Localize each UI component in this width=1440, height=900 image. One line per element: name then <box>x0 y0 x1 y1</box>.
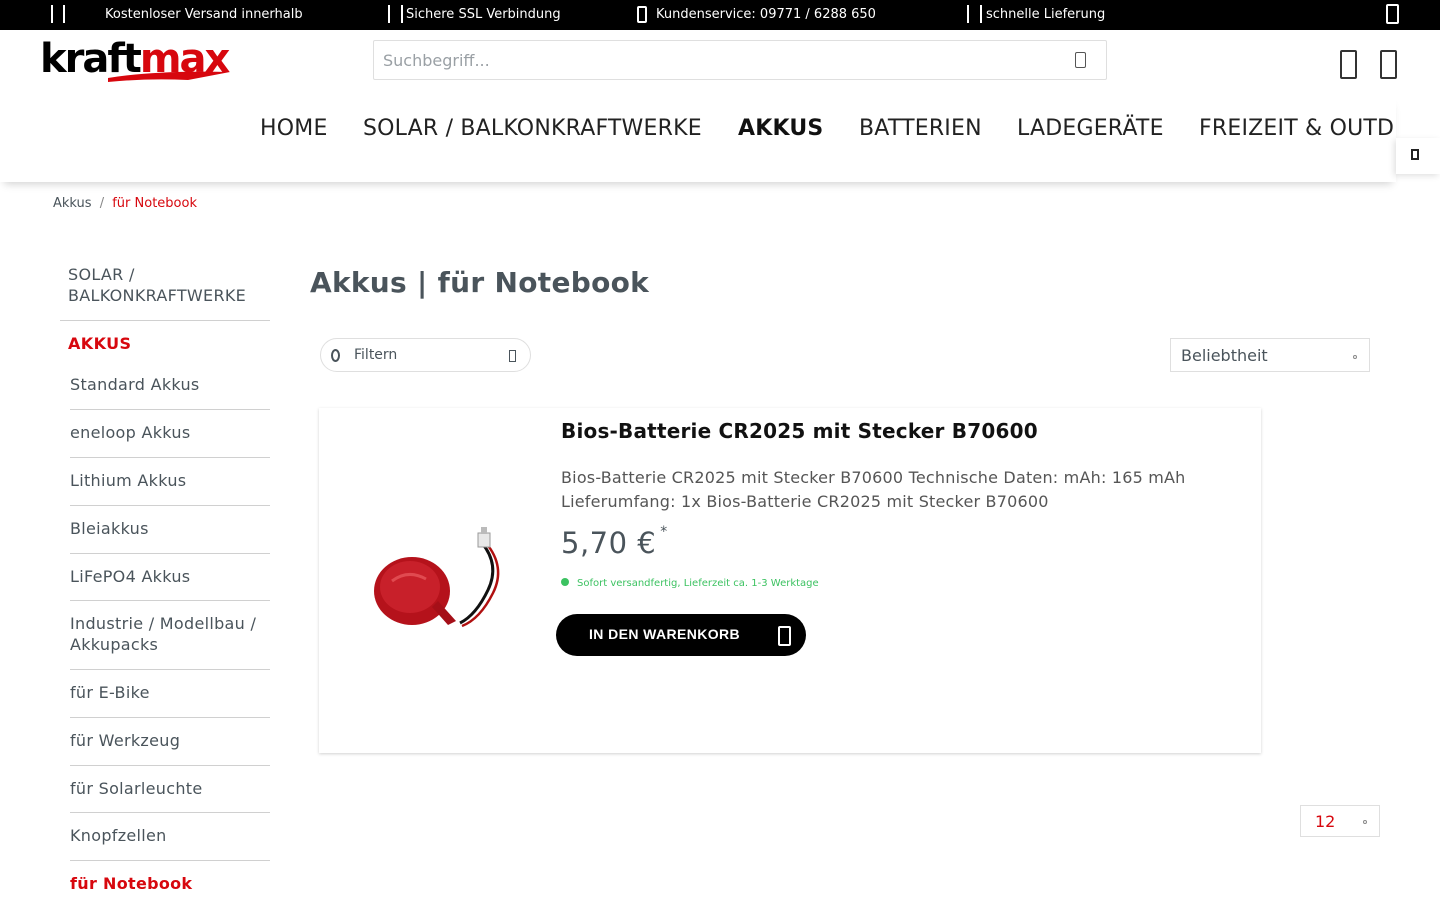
divider <box>60 320 270 321</box>
delivery-text: Sofort versandfertig, Lieferzeit ca. 1-3… <box>577 578 819 589</box>
filter-icon <box>331 349 340 362</box>
sidebar-item-bleiakkus[interactable]: Bleiakkus <box>70 518 270 539</box>
logo[interactable]: kraftmax <box>38 36 232 84</box>
nav-item-akkus[interactable]: AKKUS <box>738 116 823 141</box>
price-value: 5,70 € <box>561 526 657 560</box>
product-price: 5,70 € * <box>561 524 668 560</box>
separator <box>63 5 65 23</box>
nav-item-home[interactable]: HOME <box>260 116 328 141</box>
sidebar-item-notebook[interactable]: für Notebook <box>70 873 270 894</box>
divider <box>70 553 270 554</box>
phone-icon <box>637 6 647 23</box>
add-to-cart-label: IN DEN WARENKORB <box>589 626 741 642</box>
delivery-status: Sofort versandfertig, Lieferzeit ca. 1-3… <box>561 578 819 589</box>
logo-text: kraftmax <box>40 36 230 82</box>
sort-select[interactable]: Beliebtheit <box>1170 338 1370 372</box>
delivery-info: schnelle Lieferung <box>986 7 1106 22</box>
nav-item-batterien[interactable]: BATTERIEN <box>859 116 982 141</box>
sidebar-item-eneloop[interactable]: eneloop Akkus <box>70 422 270 443</box>
per-page-select[interactable]: 12 <box>1300 805 1380 837</box>
sidebar-item-solarleuchte[interactable]: für Solarleuchte <box>70 778 270 799</box>
in-stock-dot-icon <box>561 578 569 586</box>
divider <box>70 457 270 458</box>
product-description: Bios-Batterie CR2025 mit Stecker B70600 … <box>561 468 1186 511</box>
sidebar-item-industrie[interactable]: Industrie / Modellbau / Akkupacks <box>70 613 270 655</box>
filter-label: Filtern <box>354 347 398 363</box>
side-tab-icon <box>1411 149 1419 160</box>
search-bar <box>373 40 1107 80</box>
separator <box>388 5 390 23</box>
chevron-down-icon <box>509 350 516 362</box>
divider <box>70 765 270 766</box>
divider <box>70 409 270 410</box>
divider <box>70 812 270 813</box>
top-bar: Kostenloser Versand innerhalb Sichere SS… <box>0 0 1440 30</box>
price-footnote: * <box>660 524 668 540</box>
separator <box>967 5 969 23</box>
sidebar-item-solar[interactable]: SOLAR / BALKONKRAFTWERKE <box>68 264 268 306</box>
page-title: Akkus | für Notebook <box>310 266 650 299</box>
divider <box>70 860 270 861</box>
sidebar-item-knopfzellen[interactable]: Knopfzellen <box>70 825 270 846</box>
cart-icon <box>778 626 791 646</box>
breadcrumb-current[interactable]: für Notebook <box>112 196 197 211</box>
cart-icon[interactable] <box>1380 50 1397 79</box>
breadcrumb: Akkus / für Notebook <box>53 196 197 211</box>
shipping-info: Kostenloser Versand innerhalb <box>105 7 303 22</box>
filter-button[interactable]: Filtern <box>320 338 531 372</box>
account-icon[interactable] <box>1340 50 1357 79</box>
sidebar-item-lithium[interactable]: Lithium Akkus <box>70 470 270 491</box>
nav-item-ladegeraete[interactable]: LADEGERÄTE <box>1017 116 1164 141</box>
separator <box>51 5 53 23</box>
nav-item-freizeit[interactable]: FREIZEIT & OUTD <box>1199 116 1394 141</box>
breadcrumb-akkus[interactable]: Akkus <box>53 196 92 211</box>
sidebar-item-werkzeug[interactable]: für Werkzeug <box>70 730 270 751</box>
sidebar-item-ebike[interactable]: für E-Bike <box>70 682 270 703</box>
separator <box>980 5 982 23</box>
product-image[interactable] <box>350 495 546 685</box>
divider <box>70 669 270 670</box>
sidebar-item-lifepo4[interactable]: LiFePO4 Akkus <box>70 566 270 587</box>
topbar-icon[interactable] <box>1386 4 1399 24</box>
divider <box>70 600 270 601</box>
divider <box>70 505 270 506</box>
service-info: Kundenservice: 09771 / 6288 650 <box>656 7 876 22</box>
breadcrumb-divider: / <box>99 196 105 211</box>
product-title[interactable]: Bios-Batterie CR2025 mit Stecker B70600 <box>561 419 1038 443</box>
chevron-down-icon <box>1363 820 1367 824</box>
chevron-down-icon <box>1353 355 1357 359</box>
search-icon[interactable] <box>1075 52 1086 68</box>
nav-item-solar[interactable]: SOLAR / BALKONKRAFTWERKE <box>363 116 702 141</box>
ssl-info: Sichere SSL Verbindung <box>406 7 561 22</box>
sidebar-item-standard-akkus[interactable]: Standard Akkus <box>70 374 270 395</box>
per-page-value: 12 <box>1315 812 1336 831</box>
logo-text-black: kraft <box>40 36 142 82</box>
side-tab[interactable] <box>1396 138 1440 174</box>
add-to-cart-button[interactable]: IN DEN WARENKORB <box>556 614 806 656</box>
sidebar-item-akkus[interactable]: AKKUS <box>68 334 131 353</box>
sort-value: Beliebtheit <box>1181 346 1268 365</box>
search-input[interactable] <box>374 41 1054 79</box>
logo-text-red: max <box>139 36 230 82</box>
divider <box>70 717 270 718</box>
separator <box>401 5 403 23</box>
main-navigation: HOME SOLAR / BALKONKRAFTWERKE AKKUS BATT… <box>0 96 1396 182</box>
